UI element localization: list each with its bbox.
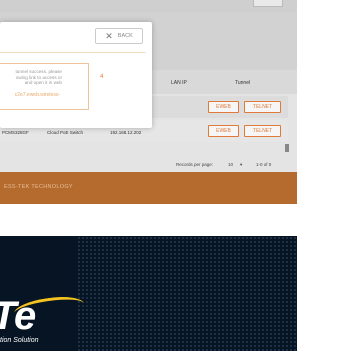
world-map-graphic — [77, 236, 297, 351]
top-control[interactable] — [253, 0, 283, 7]
telnet-button[interactable]: TELNET — [244, 101, 281, 113]
back-label: BACK — [117, 33, 133, 39]
header-lan-ip: LAN IP — [171, 80, 187, 86]
dialog-divider — [0, 52, 146, 53]
chevron-down-icon[interactable]: ▾ — [240, 162, 242, 168]
eweb-button[interactable]: EWEB — [208, 101, 239, 113]
brand-banner: Te tion Solution — [0, 236, 297, 351]
message-box: tunnel success, please owing link to acc… — [0, 63, 89, 110]
top-strip — [0, 0, 297, 12]
telnet-button[interactable]: TELNET — [244, 125, 281, 137]
step-number: 4 — [100, 74, 104, 80]
cell-type: Cloud PoE Switch — [47, 130, 84, 135]
close-icon: ✕ — [105, 30, 113, 41]
header-tunnel: Tunnel — [235, 80, 251, 86]
cell-model: PCMS328GF — [2, 130, 29, 135]
records-per-page-label: Records per page: — [176, 162, 214, 167]
cell-ip: 192.168.12.202 — [110, 130, 142, 135]
eweb-button[interactable]: EWEB — [208, 125, 239, 137]
message-text: tunnel success, please owing link to acc… — [0, 69, 62, 86]
footer: ESS-TEK TECHNOLOGY — [0, 172, 297, 204]
footer-text: ESS-TEK TECHNOLOGY — [4, 184, 73, 190]
back-button[interactable]: ✕ BACK — [95, 28, 143, 44]
message-line: and open it in web — [24, 80, 62, 85]
per-page-select[interactable]: 10 — [228, 162, 233, 167]
horizontal-scrollbar[interactable] — [285, 144, 289, 152]
brand-logo: Te — [0, 294, 36, 338]
tunnel-link[interactable]: c2e7.eweb.wireless- — [0, 92, 60, 98]
page-range: 1-0 of 0 — [256, 162, 272, 167]
brand-tagline: tion Solution — [0, 337, 39, 344]
admin-panel: LAN IP Tunnel EWEB TELNET PCMS328GF Clou… — [0, 0, 297, 204]
tunnel-dialog: ✕ BACK tunnel success, please owing link… — [0, 22, 152, 128]
